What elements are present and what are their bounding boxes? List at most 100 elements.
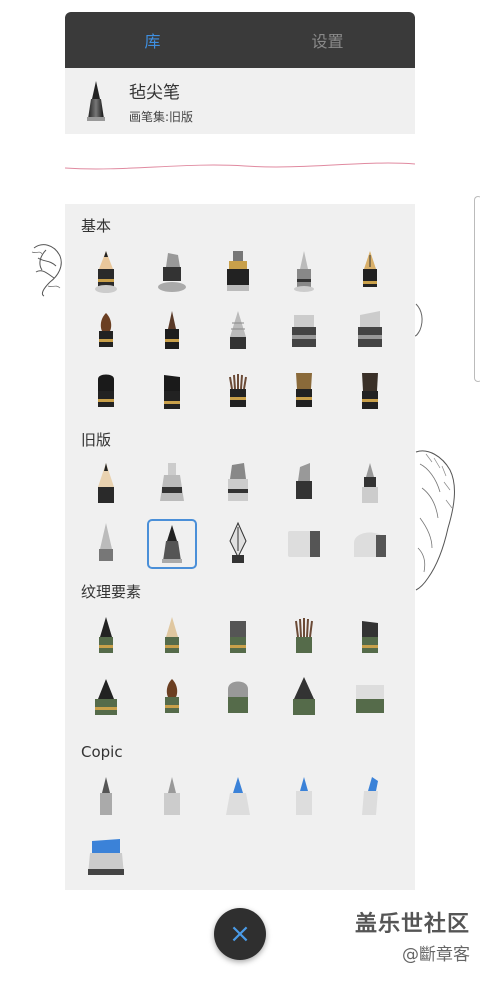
current-brush-name: 毡尖笔 bbox=[129, 82, 180, 103]
watermark-main: 盖乐世社区 bbox=[354, 912, 470, 937]
close-button[interactable]: × bbox=[214, 908, 266, 960]
current-brush-set: 画笔集:旧版 bbox=[129, 109, 194, 124]
texture-eraser-icon bbox=[228, 681, 248, 713]
close-icon: × bbox=[229, 919, 251, 949]
tab-settings[interactable]: 设置 bbox=[240, 12, 415, 68]
fineliner-icon bbox=[362, 463, 378, 503]
bristle-brush-icon bbox=[229, 374, 247, 407]
chisel-marker-icon bbox=[358, 311, 382, 347]
eraser-block-icon bbox=[288, 531, 320, 557]
brush-texture-9[interactable] bbox=[271, 668, 337, 728]
brush-legacy-eraser-block[interactable] bbox=[271, 514, 337, 574]
brush-chisel-marker[interactable] bbox=[337, 302, 403, 362]
brush-flat-black[interactable] bbox=[73, 362, 139, 422]
copic-pen-icon bbox=[164, 777, 180, 815]
stroke-preview bbox=[64, 134, 416, 204]
brush-library-panel: 库 设置 毡尖笔 画笔集:旧版 基本 旧版 纹理要素 Copic bbox=[64, 12, 416, 890]
current-brush[interactable]: 毡尖笔 画笔集:旧版 bbox=[65, 68, 415, 134]
brush-texture-2[interactable] bbox=[139, 608, 205, 668]
brush-copic-1[interactable] bbox=[73, 768, 139, 828]
brush-legacy-airbrush[interactable] bbox=[139, 454, 205, 514]
copic-sketch-marker-icon bbox=[296, 777, 312, 815]
tab-bar: 库 设置 bbox=[65, 12, 415, 68]
fountain-pen-icon bbox=[363, 251, 377, 287]
brush-pencil[interactable] bbox=[73, 242, 139, 302]
brush-block-marker[interactable] bbox=[271, 302, 337, 362]
brush-texture-7[interactable] bbox=[139, 668, 205, 728]
texture-charcoal-icon bbox=[362, 621, 378, 653]
felt-tip-pen-icon bbox=[87, 81, 105, 121]
brush-texture-8[interactable] bbox=[205, 668, 271, 728]
brush-fan[interactable] bbox=[271, 362, 337, 422]
brush-texture-4[interactable] bbox=[271, 608, 337, 668]
brush-texture-10[interactable] bbox=[337, 668, 403, 728]
brush-legacy-ballpoint[interactable] bbox=[73, 514, 139, 574]
brush-round-brush[interactable] bbox=[139, 302, 205, 362]
sketch-right-bottom bbox=[415, 450, 455, 591]
brush-texture-5[interactable] bbox=[337, 608, 403, 668]
brush-grid-texture bbox=[65, 608, 415, 728]
brush-technical-pen[interactable] bbox=[271, 242, 337, 302]
copic-wide-marker-icon bbox=[88, 839, 124, 875]
brush-ink-pen[interactable] bbox=[139, 242, 205, 302]
brush-marker[interactable] bbox=[205, 242, 271, 302]
texture-bristle-icon bbox=[295, 618, 313, 653]
section-title-basic: 基本 bbox=[81, 217, 112, 235]
section-title-texture: 纹理要素 bbox=[81, 583, 142, 601]
sketch-right-top bbox=[414, 303, 423, 337]
brush-legacy-fineliner[interactable] bbox=[337, 454, 403, 514]
texture-pencil-icon bbox=[99, 617, 113, 653]
texture-crayon-icon bbox=[165, 617, 179, 653]
block-marker-icon bbox=[292, 315, 316, 347]
brush-legacy-marker[interactable] bbox=[205, 454, 271, 514]
brush-copic-4[interactable] bbox=[271, 768, 337, 828]
brush-copic-2[interactable] bbox=[139, 768, 205, 828]
copic-chisel-marker-icon bbox=[362, 777, 378, 815]
round-brush-icon bbox=[165, 311, 179, 349]
flat-brush-icon bbox=[98, 374, 114, 407]
copic-brush-marker-icon bbox=[226, 777, 250, 815]
texture-block-icon bbox=[230, 621, 246, 653]
brush-copic-5[interactable] bbox=[337, 768, 403, 828]
side-drawer-handle[interactable] bbox=[474, 196, 480, 382]
texture-cone-icon bbox=[293, 677, 315, 715]
brush-copic-6[interactable] bbox=[73, 828, 139, 888]
brush-legacy-nib-pen[interactable] bbox=[205, 514, 271, 574]
brush-bristle[interactable] bbox=[205, 362, 271, 422]
airbrush-icon bbox=[160, 463, 184, 501]
brush-grid-legacy bbox=[65, 454, 415, 574]
brush-legacy-chisel[interactable] bbox=[271, 454, 337, 514]
brush-legacy-eraser-round[interactable] bbox=[337, 514, 403, 574]
watermark-sub: @斷章客 bbox=[402, 945, 470, 965]
cone-brush-icon bbox=[230, 311, 246, 349]
fan-brush-icon bbox=[296, 373, 312, 407]
brush-texture-6[interactable] bbox=[73, 668, 139, 728]
texture-flat-icon bbox=[356, 685, 384, 713]
brush-cone-brush[interactable] bbox=[205, 302, 271, 362]
brush-library: 基本 旧版 纹理要素 Copic bbox=[65, 204, 415, 890]
brush-paint-brush[interactable] bbox=[73, 302, 139, 362]
tab-library[interactable]: 库 bbox=[65, 12, 240, 68]
brush-legacy-felt-tip[interactable] bbox=[139, 514, 205, 574]
texture-brush-icon bbox=[165, 679, 179, 713]
brush-texture-3[interactable] bbox=[205, 608, 271, 668]
pencil-icon bbox=[98, 463, 114, 503]
brush-grid-basic bbox=[65, 242, 415, 422]
selected-brush-frame bbox=[147, 519, 197, 569]
chisel-marker-icon bbox=[296, 463, 312, 499]
brush-texture-1[interactable] bbox=[73, 608, 139, 668]
felt-tip-pen-icon bbox=[162, 525, 182, 563]
brush-copic-3[interactable] bbox=[205, 768, 271, 828]
texture-airbrush-icon bbox=[95, 679, 117, 715]
marker-icon bbox=[228, 463, 248, 501]
marker-icon bbox=[227, 251, 249, 291]
brush-charcoal[interactable] bbox=[139, 362, 205, 422]
section-title-legacy: 旧版 bbox=[81, 431, 112, 449]
ink-pen-icon bbox=[158, 253, 186, 292]
brush-wide-bristle[interactable] bbox=[337, 362, 403, 422]
eraser-round-icon bbox=[354, 532, 386, 557]
watermark: 盖乐世社区 @斷章客 bbox=[355, 906, 470, 965]
brush-legacy-pencil[interactable] bbox=[73, 454, 139, 514]
nib-pen-icon bbox=[229, 521, 247, 563]
brush-fountain-pen[interactable] bbox=[337, 242, 403, 302]
